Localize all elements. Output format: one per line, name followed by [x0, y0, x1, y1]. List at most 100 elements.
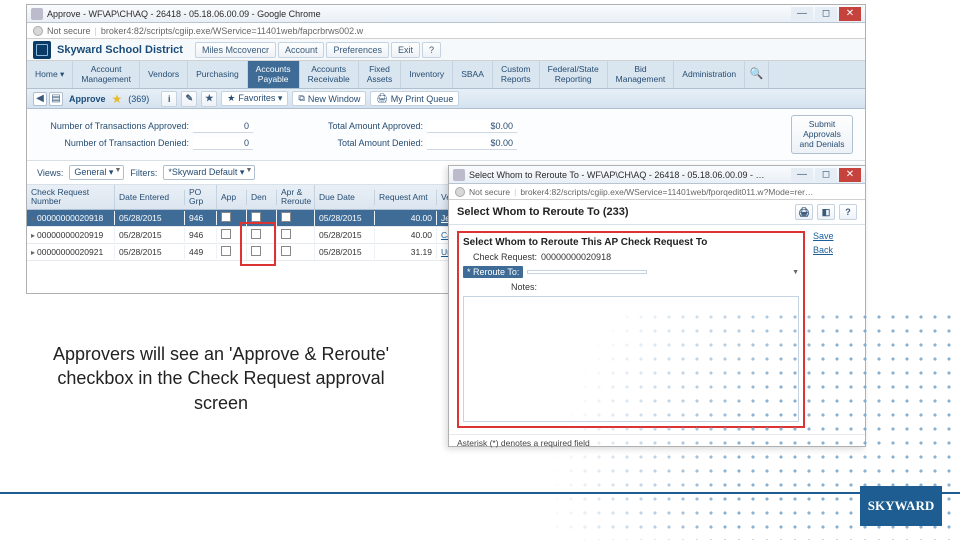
popup-side-links: Save Back — [813, 231, 857, 428]
reroute-checkbox[interactable] — [281, 246, 291, 256]
col-due-date[interactable]: Due Date — [315, 190, 375, 205]
stats-row: Number of Transactions Approved: 0 Numbe… — [27, 109, 865, 161]
col-apr-reroute[interactable]: Apr & Reroute — [277, 185, 315, 209]
tab-sbaa[interactable]: SBAA — [453, 61, 493, 88]
popup-maximize-button[interactable]: ◻ — [815, 168, 837, 182]
app-checkbox[interactable] — [221, 246, 231, 256]
popup-not-secure-label: Not secure — [469, 187, 510, 197]
stat-trans-denied-label: Number of Transaction Denied: — [39, 138, 189, 148]
submit-approvals-button[interactable]: Submit Approvals and Denials — [791, 115, 853, 154]
top-link-account[interactable]: Account — [278, 42, 325, 58]
row-expand-icon[interactable]: ▸ — [31, 214, 35, 223]
popup-bookmark-icon[interactable]: ◧ — [817, 204, 835, 220]
popup-minimize-button[interactable]: — — [791, 168, 813, 182]
info-icon[interactable]: i — [161, 91, 177, 107]
new-window-button[interactable]: ⧉New Window — [292, 91, 366, 106]
tab-ar[interactable]: Accounts Receivable — [300, 61, 359, 88]
notes-icon[interactable]: ✎ — [181, 91, 197, 107]
panel-title: Select Whom to Reroute This AP Check Req… — [463, 237, 799, 248]
nav-search-icon[interactable]: 🔍 — [745, 61, 769, 88]
bookmark-icon[interactable]: ★ — [201, 91, 217, 107]
views-select[interactable]: General ▾ — [69, 165, 124, 180]
tab-fed-state[interactable]: Federal/State Reporting — [540, 61, 608, 88]
top-links: Miles Mccovencr Account Preferences Exit… — [195, 42, 441, 58]
popup-url-bar: Not secure | broker4:82/scripts/cgiip.ex… — [449, 184, 865, 200]
stat-trans-approved-label: Number of Transactions Approved: — [39, 121, 189, 131]
app-checkbox[interactable] — [221, 212, 231, 222]
tab-acct-mgmt[interactable]: Account Management — [73, 61, 140, 88]
tab-bid-mgmt[interactable]: Bid Management — [608, 61, 675, 88]
nav-back-button[interactable]: ◀ — [33, 92, 47, 106]
check-request-label: Check Request: — [463, 252, 537, 262]
brand-name: Skyward School District — [57, 44, 183, 56]
favorites-dropdown[interactable]: ★Favorites ▾ — [221, 91, 288, 106]
back-link[interactable]: Back — [813, 245, 857, 255]
window-page-icon — [453, 169, 465, 181]
col-app[interactable]: App — [217, 190, 247, 205]
col-request-amt[interactable]: Request Amt — [375, 190, 437, 205]
tab-ap[interactable]: Accounts Payable — [248, 61, 300, 88]
popup-heading: Select Whom to Reroute To (233) — [457, 206, 629, 218]
nav-tabs: Home ▾ Account Management Vendors Purcha… — [27, 61, 865, 89]
popup-title: Select Whom to Reroute To - WF\AP\CH\AQ … — [469, 170, 764, 180]
footer-divider — [0, 492, 960, 494]
callout-text: Approvers will see an 'Approve & Reroute… — [44, 342, 398, 415]
not-secure-icon — [33, 26, 43, 36]
notes-label: Notes: — [463, 282, 537, 292]
tab-home[interactable]: Home ▾ — [27, 61, 73, 88]
chevron-down-icon[interactable]: ▼ — [792, 269, 799, 276]
reroute-checkbox[interactable] — [281, 229, 291, 239]
popup-print-icon[interactable]: 🖨 — [795, 204, 813, 220]
tab-vendors[interactable]: Vendors — [140, 61, 188, 88]
col-po-grp[interactable]: PO Grp — [185, 185, 217, 209]
filters-label: Filters: — [130, 168, 157, 178]
top-link-user[interactable]: Miles Mccovencr — [195, 42, 276, 58]
popup-close-button[interactable]: ✕ — [839, 168, 861, 182]
required-field-note: Asterisk (*) denotes a required field — [449, 434, 865, 451]
top-link-help[interactable]: ? — [422, 42, 441, 58]
den-checkbox[interactable] — [251, 229, 261, 239]
den-checkbox[interactable] — [251, 212, 261, 222]
reroute-to-field[interactable] — [527, 270, 647, 274]
row-expand-icon[interactable]: ▸ — [31, 248, 35, 257]
tab-fixed-assets[interactable]: Fixed Assets — [359, 61, 402, 88]
main-url-bar: Not secure | broker4:82/scripts/cgiip.ex… — [27, 23, 865, 39]
col-den[interactable]: Den — [247, 190, 277, 205]
notes-textarea[interactable] — [463, 296, 799, 422]
tab-purchasing[interactable]: Purchasing — [188, 61, 248, 88]
reroute-checkbox[interactable] — [281, 212, 291, 222]
popup-titlebar: Select Whom to Reroute To - WF\AP\CH\AQ … — [449, 166, 865, 184]
maximize-button[interactable]: ◻ — [815, 7, 837, 21]
print-queue-button[interactable]: 🖨My Print Queue — [370, 91, 459, 106]
popup-url: broker4:82/scripts/cgiip.exe/WService=11… — [520, 187, 813, 197]
favorite-star-icon[interactable]: ★ — [112, 92, 123, 106]
popup-window: Select Whom to Reroute To - WF\AP\CH\AQ … — [448, 165, 866, 447]
filters-select[interactable]: *Skyward Default ▾ — [163, 165, 255, 180]
tab-inventory[interactable]: Inventory — [401, 61, 453, 88]
close-button[interactable]: ✕ — [839, 7, 861, 21]
app-checkbox[interactable] — [221, 229, 231, 239]
tab-custom-reports[interactable]: Custom Reports — [493, 61, 540, 88]
nav-list-button[interactable]: ▤ — [49, 92, 63, 106]
save-link[interactable]: Save — [813, 231, 857, 241]
top-link-exit[interactable]: Exit — [391, 42, 420, 58]
main-window-title: Approve - WF\AP\CH\AQ - 26418 - 05.18.06… — [47, 9, 321, 19]
brand-row: Skyward School District Miles Mccovencr … — [27, 39, 865, 61]
stat-amt-approved: $0.00 — [427, 120, 517, 133]
stat-amt-denied-label: Total Amount Denied: — [273, 138, 423, 148]
section-bar: ◀ ▤ Approve ★ (369) i ✎ ★ ★Favorites ▾ ⧉… — [27, 89, 865, 109]
main-titlebar: Approve - WF\AP\CH\AQ - 26418 - 05.18.06… — [27, 5, 865, 23]
window-page-icon — [31, 8, 43, 20]
row-expand-icon[interactable]: ▸ — [31, 231, 35, 240]
top-link-prefs[interactable]: Preferences — [326, 42, 389, 58]
main-url: broker4:82/scripts/cgiip.exe/WService=11… — [101, 26, 363, 36]
tab-admin[interactable]: Administration — [674, 61, 745, 88]
minimize-button[interactable]: — — [791, 7, 813, 21]
popup-help-icon[interactable]: ? — [839, 204, 857, 220]
den-checkbox[interactable] — [251, 246, 261, 256]
views-label: Views: — [37, 168, 63, 178]
stat-amt-approved-label: Total Amount Approved: — [273, 121, 423, 131]
check-request-value: 00000000020918 — [541, 252, 611, 262]
col-check-request[interactable]: Check Request Number — [27, 185, 115, 209]
col-date-entered[interactable]: Date Entered — [115, 190, 185, 205]
